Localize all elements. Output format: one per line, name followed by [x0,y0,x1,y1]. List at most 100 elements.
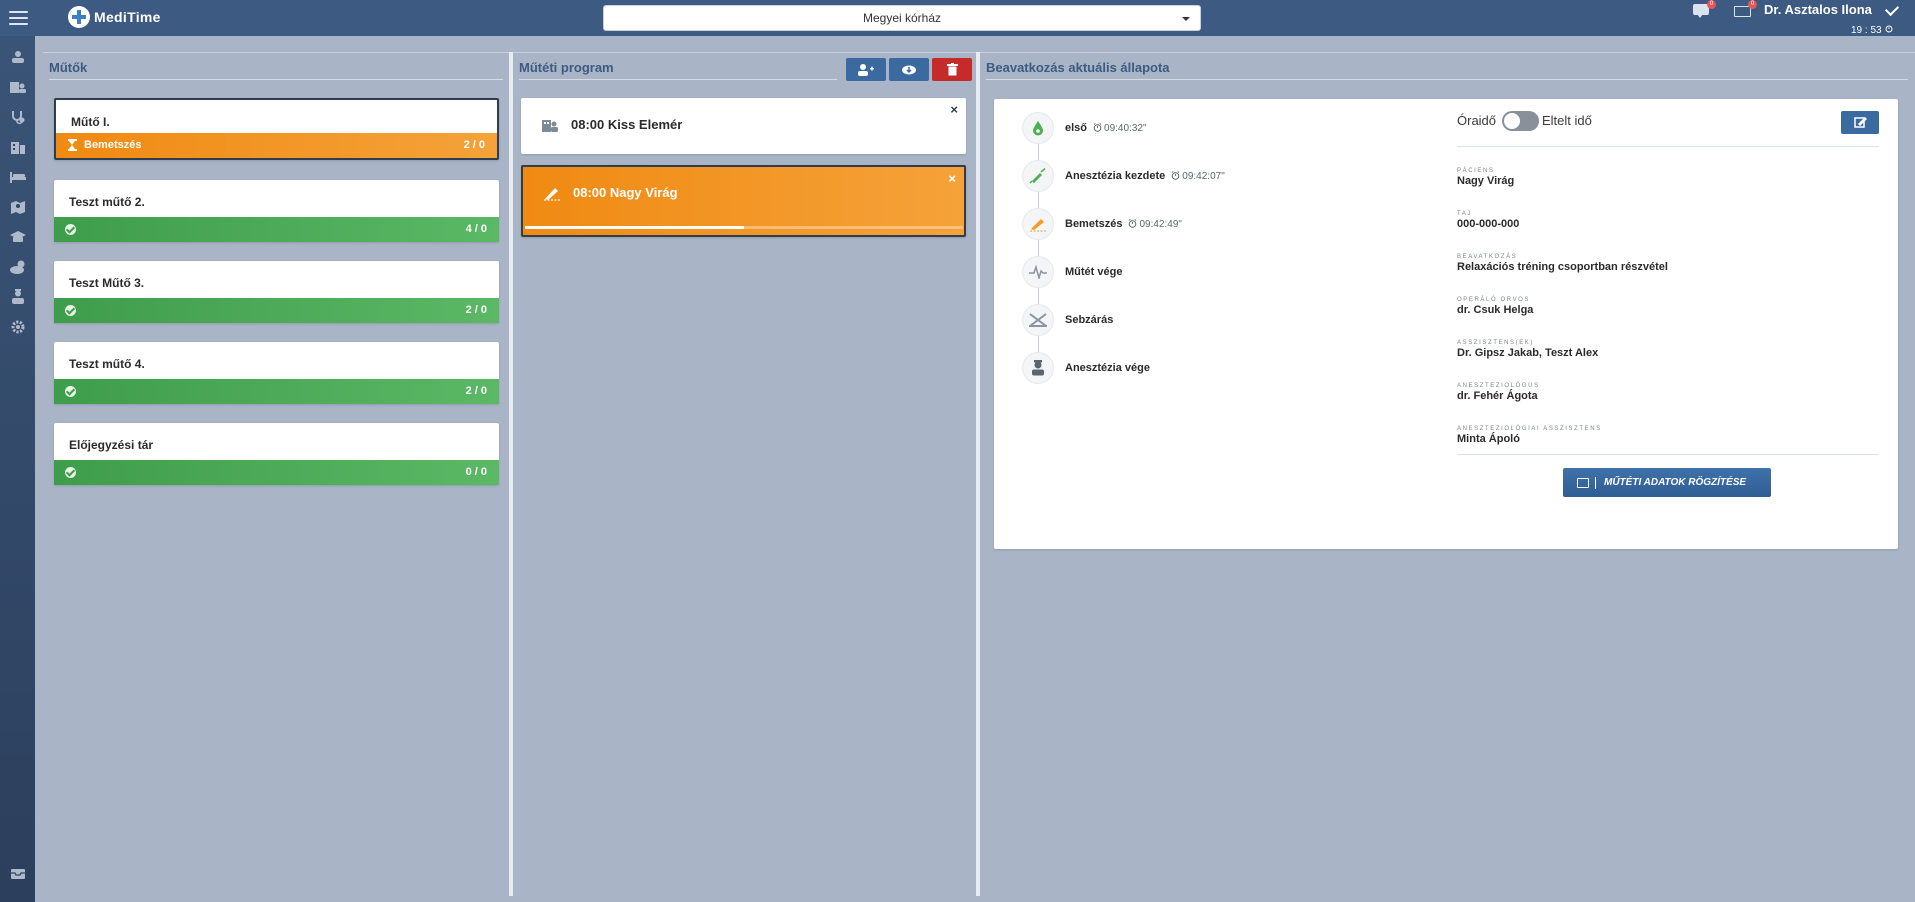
step-time-value: 09:42:49" [1139,218,1182,230]
timeline-connector [1038,288,1039,304]
room-name: Műtő I. [71,115,110,129]
timeline-connector [1038,240,1039,256]
app-name: MediTime [94,9,161,25]
app-logo[interactable]: MediTime [68,4,161,30]
info-value: 000-000-000 [1457,218,1520,230]
map-icon[interactable] [9,198,27,216]
alarm-icon [1171,170,1180,180]
add-patient-button[interactable] [846,58,886,81]
info-label: TAJ [1457,211,1473,217]
info-label: Beavatkozás [1457,254,1518,260]
room-name: Teszt Műtő 3. [69,276,145,290]
check-icon[interactable] [1884,1,1900,17]
mail-badge: 0 [1748,0,1757,9]
time-mode-toggle[interactable] [1502,111,1539,131]
room-status-bar: 2 / 0 [54,298,499,323]
step-time: 09:40:32" [1093,122,1147,134]
step-label: Anesztézia kezdete [1065,170,1166,182]
close-icon[interactable]: × [950,102,958,117]
chat-badge: 0 [1707,0,1716,9]
room-status-bar: 2 / 0 [54,379,499,404]
record-surgery-data-button[interactable]: MŰTÉTI ADATOK RÖGZÍTÉSE [1563,468,1771,497]
top-bar: MediTime Megyei kórház 0 0 Dr. Asztalos … [0,0,1915,36]
hospital-select[interactable]: Megyei kórház [603,5,1201,31]
program-item[interactable]: 08:00 Kiss Elemér × [521,98,966,154]
room-count: 2 / 0 [463,139,485,151]
toggle-label-clock: Óraidő [1457,113,1497,128]
info-value: dr. Csuk Helga [1457,304,1534,316]
check-circle-icon [65,305,76,316]
patients-icon[interactable] [9,48,27,66]
weather-icon[interactable] [9,258,27,276]
trash-icon [946,63,958,76]
room-status-bar: 4 / 0 [54,217,499,242]
info-value: Relaxációs tréning csoportban részvétel [1457,261,1668,273]
room-card[interactable]: Teszt műtő 2. 4 / 0 [54,180,499,242]
info-label: Operáló orvos [1457,297,1531,303]
timeline-connector [1038,336,1039,352]
room-count: 2 / 0 [465,304,487,316]
program-item[interactable]: 08:00 Nagy Virág × [521,165,966,237]
mail-icon[interactable]: 0 [1734,0,1757,19]
program-item-text: 08:00 Nagy Virág [573,185,678,200]
program-panel-title: Műtéti program [519,60,614,75]
timeline-step: Bemetszés 09:42:49" [1022,208,1182,240]
stethoscope-icon[interactable] [9,108,27,126]
hospital-select-value: Megyei kórház [862,11,942,25]
timeline-connector [1038,144,1039,160]
edit-button[interactable] [1841,111,1879,134]
scissors-icon [1022,304,1054,336]
sidebar [0,36,35,902]
alarm-icon [1129,218,1137,228]
delete-button[interactable] [932,58,972,81]
timeline-connector [1038,192,1039,208]
menu-icon[interactable] [9,11,28,25]
room-status-bar: Bemetszés 2 / 0 [56,133,497,158]
info-value: Nagy Virág [1457,175,1515,187]
pencil-icon [1577,477,1589,488]
graduation-icon[interactable] [9,228,27,246]
staff-icon[interactable] [9,288,27,306]
patient-card-icon [541,117,559,133]
bed-icon[interactable] [9,168,27,186]
clock: 19 : 53 [1851,24,1893,36]
inbox-icon[interactable] [9,864,27,882]
info-label: Aneszteziológus [1457,383,1540,389]
chat-icon[interactable]: 0 [1693,0,1716,19]
record-button-label: MŰTÉTI ADATOK RÖGZÍTÉSE [1604,477,1747,488]
user-plus-icon [858,64,874,76]
drop-icon [1022,112,1054,144]
user-menu[interactable]: Dr. Asztalos Ilona [1764,2,1872,17]
timeline-step: Sebzárás [1022,304,1113,336]
program-progress-bar [525,226,963,229]
logo-cross-icon [68,6,90,28]
status-panel-title: Beavatkozás aktuális állapota [986,60,1170,75]
divider [49,79,503,80]
settings-icon[interactable] [9,318,27,336]
reception-icon[interactable] [9,78,27,96]
info-value: Minta Ápoló [1457,433,1520,445]
info-value: Dr. Gipsz Jakab, Teszt Alex [1457,347,1599,359]
doctor-icon [1022,352,1054,384]
room-card[interactable]: Teszt műtő 4. 2 / 0 [54,342,499,404]
program-progress-fill [525,226,744,229]
room-card[interactable]: Előjegyzési tár 0 / 0 [54,423,499,485]
syringe-icon [1022,160,1054,192]
room-card[interactable]: Teszt Műtő 3. 2 / 0 [54,261,499,323]
building-icon[interactable] [9,138,27,156]
alarm-icon [1885,25,1893,33]
download-button[interactable] [889,58,929,81]
room-name: Teszt műtő 2. [69,195,145,209]
info-value: dr. Fehér Ágota [1457,390,1538,402]
room-card[interactable]: Műtő I. Bemetszés 2 / 0 [54,98,499,160]
check-circle-icon [65,224,76,235]
info-label: Páciens [1457,168,1495,174]
room-count: 0 / 0 [465,466,487,478]
close-icon[interactable]: × [948,171,956,186]
step-label: Sebzárás [1065,314,1114,326]
step-time-value: 09:40:32" [1104,122,1147,134]
step-time: 09:42:07" [1171,170,1225,182]
step-label: első [1065,122,1088,134]
program-item-text: 08:00 Kiss Elemér [571,117,683,132]
room-count: 4 / 0 [465,223,487,235]
